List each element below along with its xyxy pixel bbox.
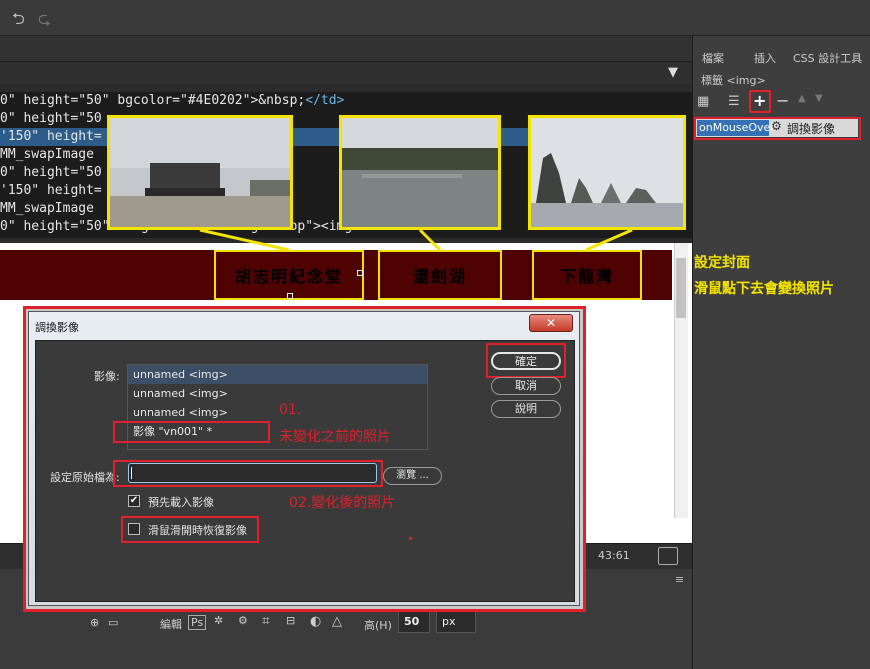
target-icon[interactable]: ⊕ (90, 616, 99, 629)
image-list-item[interactable]: unnamed <img> (128, 384, 427, 403)
crop-icon[interactable]: ⌗ (262, 613, 270, 629)
behavior-highlight (694, 117, 861, 140)
height-input[interactable]: 50 (398, 611, 430, 633)
brightness-icon[interactable]: ◐ (310, 614, 321, 629)
add-behavior-icon[interactable]: + (753, 91, 766, 110)
move-up-icon[interactable]: ▲ (798, 93, 806, 104)
help-button[interactable]: 說明 (491, 400, 561, 418)
set-source-label: 設定原始檔為: (50, 471, 120, 484)
move-down-icon[interactable]: ▼ (815, 93, 823, 104)
restore-label: 滑鼠滑開時恢復影像 (148, 524, 247, 537)
tab-insert[interactable]: 插入 (754, 50, 776, 66)
edit-label: 編輯 (160, 618, 182, 631)
image-label: 影像: (94, 370, 120, 383)
browse-button[interactable]: 瀏覽 ... (383, 467, 442, 485)
show-set-events-icon[interactable]: ▦ (697, 94, 709, 109)
height-label: 高(H) (364, 619, 392, 632)
photoshop-icon[interactable]: Ps (188, 615, 207, 630)
preview-icon[interactable] (658, 547, 678, 565)
show-all-events-icon[interactable]: ☰ (728, 94, 740, 109)
image-list-item[interactable]: unnamed <img> (128, 403, 427, 422)
resample-icon[interactable]: ⊟ (286, 614, 295, 627)
source-file-input[interactable] (128, 463, 377, 483)
dialog-title: 調換影像 (35, 321, 79, 334)
image-list-item[interactable]: unnamed <img> (128, 365, 427, 384)
tab-files[interactable]: 檔案 (702, 50, 724, 66)
unit-select[interactable]: px (436, 611, 476, 633)
remove-behavior-icon[interactable]: − (776, 91, 789, 110)
optimize-icon[interactable]: ⚙ (238, 614, 248, 627)
gear-icon[interactable]: ✲ (214, 614, 223, 627)
restore-checkbox[interactable] (128, 523, 140, 535)
sharpen-icon[interactable]: △ (332, 614, 342, 629)
text-caret (131, 467, 132, 479)
preload-checkbox[interactable]: ✔ (128, 495, 140, 507)
note-01-text: 未變化之前的照片 (279, 429, 391, 445)
image-vn001-highlight (113, 421, 270, 443)
close-button[interactable]: ✕ (529, 314, 573, 332)
note-click-swap: 滑鼠點下去會變換照片 (694, 281, 834, 297)
annotation-dot (409, 537, 412, 540)
cursor-position: 43:61 (598, 549, 630, 562)
tag-inspector-label: 標籤 <img> (701, 74, 766, 87)
ok-button[interactable]: 確定 (491, 352, 561, 370)
panel-menu-icon[interactable]: ≡ (675, 573, 684, 586)
preload-label: 預先載入影像 (148, 496, 214, 509)
folder-icon[interactable]: ▭ (108, 616, 118, 629)
cancel-button[interactable]: 取消 (491, 377, 561, 395)
note-01-number: 01. (279, 402, 302, 418)
note-set-cover: 設定封面 (694, 255, 750, 271)
note-02-text: 02.變化後的照片 (289, 495, 396, 511)
tab-css-designer[interactable]: CSS 設計工具 (793, 50, 862, 66)
